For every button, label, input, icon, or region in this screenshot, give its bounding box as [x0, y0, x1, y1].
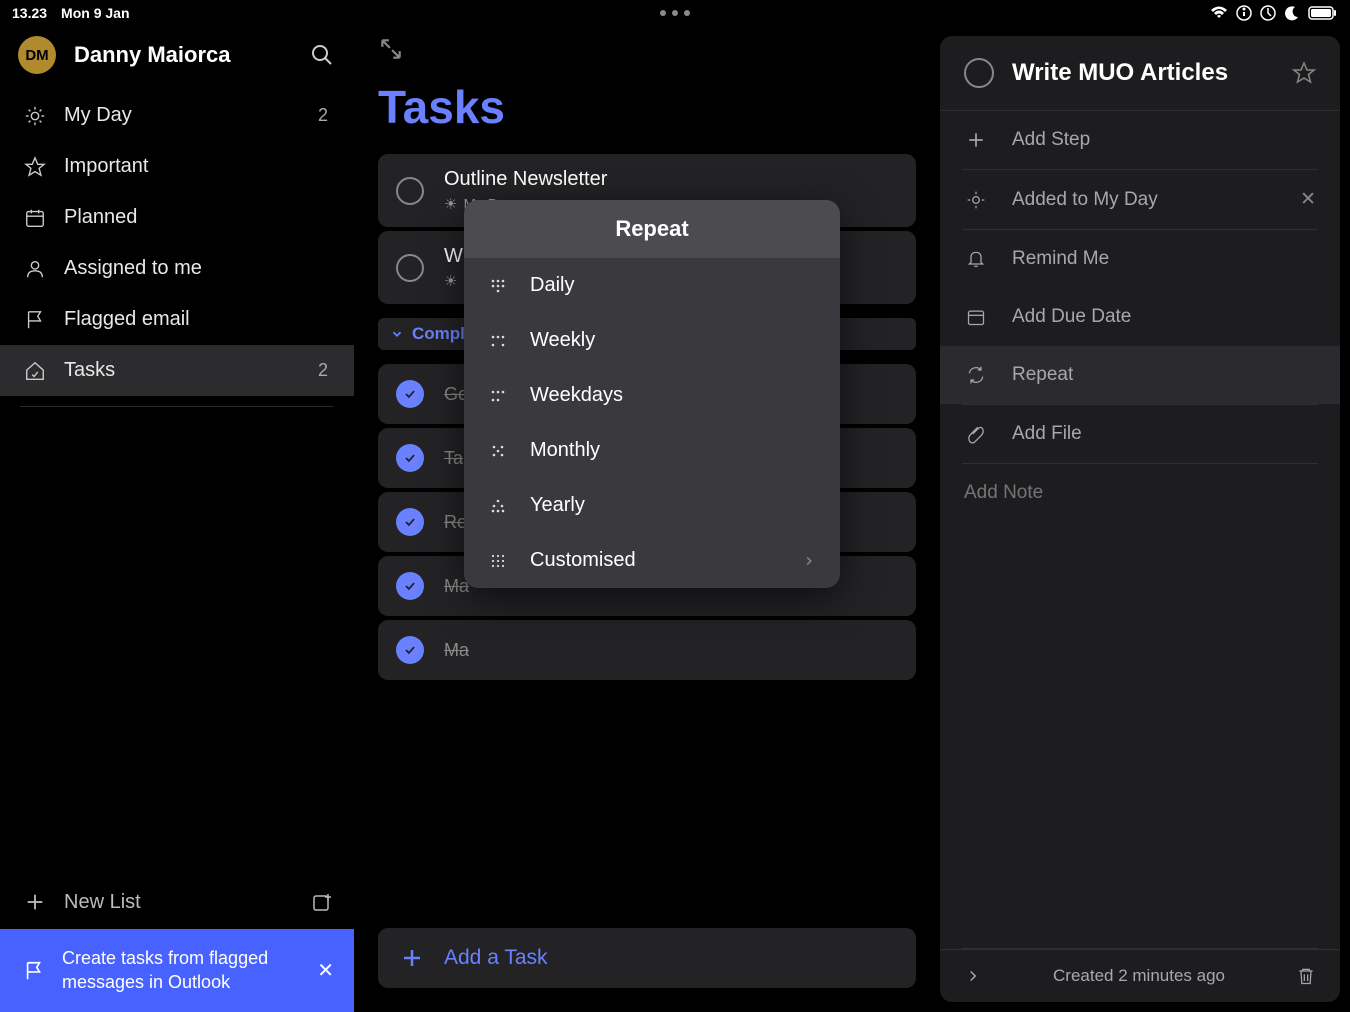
repeat-header: Repeat	[464, 200, 840, 258]
home-icon	[20, 360, 50, 382]
status-icons	[1210, 5, 1338, 21]
page-title: Tasks	[378, 80, 916, 134]
sidebar-item-count: 2	[318, 105, 328, 126]
repeat-option-yearly[interactable]: Yearly	[464, 478, 840, 533]
sidebar-item-label: My Day	[64, 104, 318, 127]
sidebar-item-label: Planned	[64, 206, 334, 229]
sidebar-item-label: Tasks	[64, 359, 318, 382]
sidebar-item-flagged[interactable]: Flagged email	[0, 294, 354, 345]
multitask-dots[interactable]	[660, 10, 690, 16]
sun-icon	[964, 190, 988, 210]
task-checkbox[interactable]	[396, 444, 424, 472]
task-checkbox[interactable]	[964, 58, 994, 88]
repeat-option-weekdays[interactable]: Weekdays	[464, 368, 840, 423]
add-step-button[interactable]: Add Step	[940, 111, 1340, 169]
add-task-button[interactable]: Add a Task	[378, 928, 916, 988]
repeat-icon	[964, 365, 988, 385]
outlook-banner[interactable]: Create tasks from flagged messages in Ou…	[0, 929, 354, 1012]
plus-icon	[20, 891, 50, 913]
detail-title: Write MUO Articles	[1012, 59, 1274, 87]
banner-text: Create tasks from flagged messages in Ou…	[62, 947, 317, 994]
sidebar-item-count: 2	[318, 360, 328, 381]
chevron-right-icon	[802, 554, 816, 568]
dots-icon	[488, 278, 508, 294]
added-myday-row[interactable]: Added to My Day ✕	[940, 170, 1340, 229]
task-checkbox[interactable]	[396, 177, 424, 205]
task-title: Ma	[444, 640, 469, 661]
attachment-icon	[964, 424, 988, 444]
repeat-option-daily[interactable]: Daily	[464, 258, 840, 313]
person-icon	[20, 258, 50, 280]
new-list-button[interactable]: New List	[64, 891, 310, 914]
sidebar-item-assigned[interactable]: Assigned to me	[0, 243, 354, 294]
star-icon	[20, 156, 50, 178]
repeat-row[interactable]: Repeat	[940, 346, 1340, 404]
sidebar-item-important[interactable]: Important	[0, 141, 354, 192]
sun-icon	[20, 105, 50, 127]
status-time: 13.23	[12, 5, 47, 21]
close-icon[interactable]: ✕	[1300, 188, 1316, 211]
task-checkbox[interactable]	[396, 254, 424, 282]
dots-icon	[488, 498, 508, 514]
star-icon[interactable]	[1292, 61, 1316, 85]
sidebar-item-planned[interactable]: Planned	[0, 192, 354, 243]
flag-icon	[20, 960, 48, 982]
repeat-option-monthly[interactable]: Monthly	[464, 423, 840, 478]
bell-icon	[964, 249, 988, 269]
task-title: Ta	[444, 448, 463, 469]
flag-icon	[20, 309, 50, 331]
repeat-option-weekly[interactable]: Weekly	[464, 313, 840, 368]
status-date: Mon 9 Jan	[61, 5, 129, 21]
collapse-icon[interactable]	[964, 967, 982, 985]
plus-icon	[964, 130, 988, 150]
dots-icon	[488, 443, 508, 459]
remind-me-row[interactable]: Remind Me	[940, 230, 1340, 288]
task-checkbox[interactable]	[396, 572, 424, 600]
sidebar-item-myday[interactable]: My Day 2	[0, 90, 354, 141]
expand-icon[interactable]	[378, 36, 916, 62]
close-icon[interactable]: ✕	[317, 958, 334, 983]
trash-icon[interactable]	[1296, 966, 1316, 986]
task-title: Outline Newsletter	[444, 168, 898, 191]
sidebar-item-label: Important	[64, 155, 334, 178]
avatar[interactable]: DM	[18, 36, 56, 74]
search-icon[interactable]	[308, 41, 336, 69]
dots-icon	[488, 388, 508, 404]
calendar-icon	[20, 207, 50, 229]
repeat-popup: Repeat Daily Weekly Weekdays Monthly Yea…	[464, 200, 840, 588]
dots-icon	[488, 553, 508, 569]
task-checkbox[interactable]	[396, 380, 424, 408]
dots-icon	[488, 333, 508, 349]
new-group-icon[interactable]	[310, 890, 334, 914]
created-label: Created 2 minutes ago	[1000, 966, 1278, 986]
calendar-icon	[964, 307, 988, 327]
repeat-option-customised[interactable]: Customised	[464, 533, 840, 588]
profile-name: Danny Maiorca	[74, 42, 308, 68]
due-date-row[interactable]: Add Due Date	[940, 288, 1340, 346]
task-checkbox[interactable]	[396, 636, 424, 664]
task-row[interactable]: Ma	[378, 620, 916, 680]
add-note-input[interactable]	[964, 482, 1316, 504]
sidebar-item-label: Assigned to me	[64, 257, 334, 280]
task-checkbox[interactable]	[396, 508, 424, 536]
sidebar-item-tasks[interactable]: Tasks 2	[0, 345, 354, 396]
sidebar-item-label: Flagged email	[64, 308, 334, 331]
add-file-row[interactable]: Add File	[940, 405, 1340, 463]
